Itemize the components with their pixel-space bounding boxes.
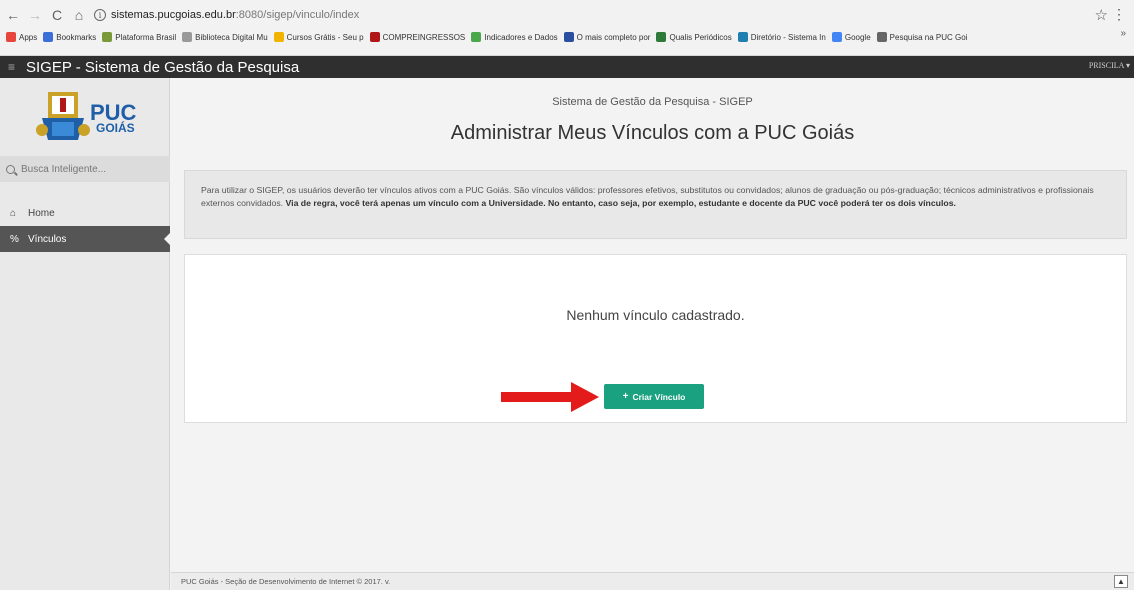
search-icon (6, 164, 15, 174)
search-placeholder: Busca Inteligente... (21, 163, 107, 175)
vinculos-card: Nenhum vínculo cadastrado. + Criar Víncu… (184, 254, 1127, 423)
bookmark-label: Cursos Grátis - Seu p (286, 32, 364, 42)
bookmarks-bar: Apps Bookmarks Plataforma Brasil Biblioteca… (0, 28, 1134, 46)
bookmark-label: Google (844, 32, 871, 42)
url-path: :8080/sigep/vinculo/index (235, 9, 360, 21)
bookmark-icon (43, 32, 54, 42)
browser-menu-icon[interactable]: ⋮ (1112, 6, 1126, 23)
app-title: SIGEP - Sistema de Gestão da Pesquisa (26, 58, 300, 76)
info-box: Para utilizar o SIGEP, os usuários dever… (184, 170, 1127, 239)
link-icon: % (10, 233, 19, 245)
bookmark-item[interactable]: Bookmarks (43, 32, 96, 42)
svg-text:GOIÁS: GOIÁS (96, 120, 135, 135)
sidebar-item-label: Home (28, 207, 55, 219)
bookmark-icon (102, 32, 113, 42)
bookmark-item[interactable]: Indicadores e Dados (471, 32, 558, 42)
bookmark-icon (273, 32, 284, 42)
browser-toolbar: ← → C ⌂ i sistemas.pucgoias.edu.br :8080… (0, 0, 1134, 56)
back-icon[interactable]: ← (4, 6, 22, 24)
user-menu[interactable]: PRISCILA ▾ (1089, 61, 1130, 70)
url-host: sistemas.pucgoias.edu.br (111, 9, 236, 21)
red-arrow-annotation (501, 382, 599, 412)
bookmark-icon (563, 32, 574, 42)
footer: PUC Goiás - Seção de Desenvolvimento de … (171, 572, 1134, 590)
puc-goias-logo: PUC GOIÁS (36, 92, 137, 140)
bookmark-label: Plataforma Brasil (115, 32, 177, 42)
address-bar[interactable]: i sistemas.pucgoias.edu.br :8080/sigep/v… (94, 5, 359, 25)
info-bold-text: Via de regra, você terá apenas um víncul… (285, 198, 956, 208)
bookmark-item[interactable]: O mais completo por (563, 32, 651, 42)
bookmark-label: Apps (19, 32, 38, 42)
main-content: Sistema de Gestão da Pesquisa - SIGEP Ad… (171, 78, 1134, 572)
create-vinculo-button[interactable]: + Criar Vínculo (604, 384, 704, 409)
bookmark-label: Bookmarks (56, 32, 97, 42)
bookmark-icon (369, 32, 380, 42)
bookmark-icon (182, 32, 193, 42)
home-icon: ⌂ (10, 207, 17, 219)
app-header: ≡ SIGEP - Sistema de Gestão da Pesquisa … (0, 56, 1134, 78)
home-icon[interactable]: ⌂ (70, 6, 88, 24)
info-icon[interactable]: i (94, 9, 106, 21)
bookmark-icon (656, 32, 667, 42)
bookmark-label: Indicadores e Dados (484, 32, 558, 42)
empty-message: Nenhum vínculo cadastrado. (566, 307, 745, 323)
reload-icon[interactable]: C (48, 6, 66, 24)
address-row: ← → C ⌂ i sistemas.pucgoias.edu.br :8080… (0, 4, 1134, 26)
bookmark-icon (6, 32, 16, 42)
bookmark-label: Diretório - Sistema In (750, 32, 826, 42)
sidebar: PUC GOIÁS Busca Inteligente... ⌂ Home % … (0, 78, 171, 590)
sidebar-item-label: Vínculos (28, 233, 67, 245)
bookmark-item[interactable]: Qualis Periódicos (656, 32, 732, 42)
bookmarks-overflow-icon[interactable]: » (1120, 28, 1126, 39)
plus-icon: + (622, 391, 629, 402)
page-title: Administrar Meus Vínculos com a PUC Goiá… (450, 122, 855, 144)
create-button-label: Criar Vínculo (632, 391, 686, 402)
bookmark-item[interactable]: COMPREINGRESSOS (369, 32, 466, 42)
forward-icon[interactable]: → (26, 6, 44, 24)
bookmark-label: O mais completo por (576, 32, 651, 42)
scroll-top-icon[interactable]: ▲ (1114, 575, 1128, 588)
bookmark-label: Biblioteca Digital Mu (195, 32, 268, 42)
bookmark-label: Pesquisa na PUC Goi (889, 32, 968, 42)
bookmark-item[interactable]: Cursos Grátis - Seu p (273, 32, 364, 42)
sidebar-item-home[interactable]: ⌂ Home (0, 200, 170, 226)
bookmark-item[interactable]: Biblioteca Digital Mu (182, 32, 268, 42)
bookmark-label: COMPREINGRESSOS (382, 32, 466, 42)
footer-text: PUC Goiás - Seção de Desenvolvimento de … (181, 577, 391, 586)
bookmark-star-icon[interactable]: ☆ (1095, 6, 1108, 24)
bookmark-item[interactable]: Apps (6, 32, 37, 42)
bookmark-item[interactable]: Pesquisa na PUC Goi (876, 32, 968, 42)
bookmark-icon (831, 32, 842, 42)
page-subtitle: Sistema de Gestão da Pesquisa - SIGEP (552, 96, 753, 108)
sidebar-item-vinculos[interactable]: % Vínculos (0, 226, 171, 252)
bookmark-label: Qualis Periódicos (669, 32, 732, 42)
bookmark-icon (876, 32, 887, 42)
bookmark-item[interactable]: Diretório - Sistema In (737, 32, 826, 42)
menu-icon[interactable]: ≡ (8, 60, 18, 74)
bookmark-item[interactable]: Google (831, 32, 871, 42)
bookmark-icon (737, 32, 748, 42)
bookmark-item[interactable]: Plataforma Brasil (102, 32, 176, 42)
search-input[interactable]: Busca Inteligente... (0, 156, 170, 182)
bookmark-icon (471, 32, 482, 42)
